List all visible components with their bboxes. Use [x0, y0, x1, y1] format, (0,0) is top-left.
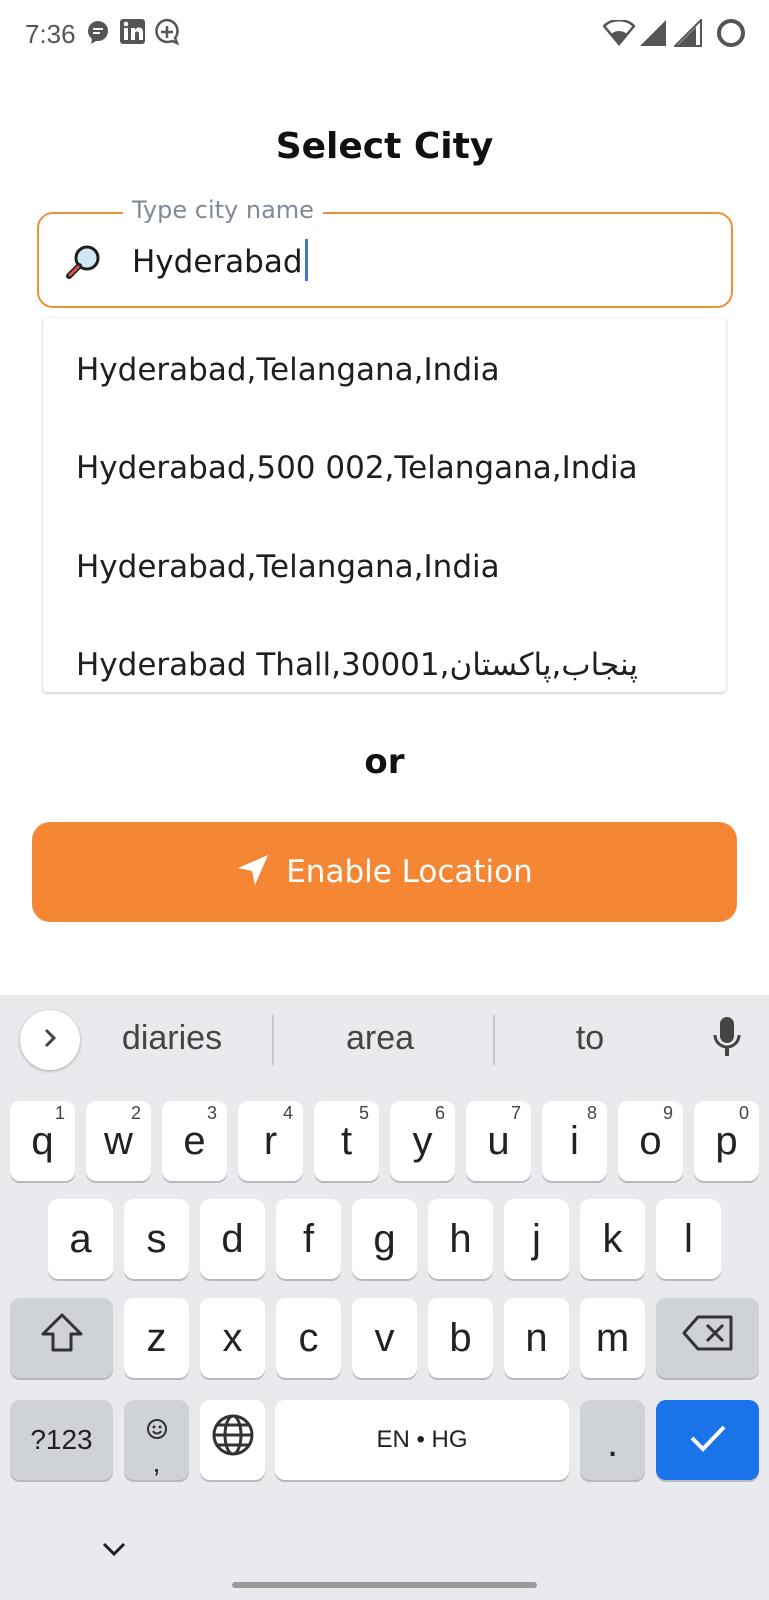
key-k[interactable]: k	[580, 1199, 645, 1279]
emoji-comma-key[interactable]: ,	[124, 1400, 189, 1480]
search-field-label: Type city name	[123, 196, 323, 224]
key-i[interactable]: i8	[542, 1101, 607, 1181]
symbols-key[interactable]: ?123	[10, 1400, 113, 1480]
expand-toolbar-button[interactable]	[20, 1010, 80, 1070]
word-suggestion[interactable]: diaries	[92, 1019, 252, 1058]
word-suggestion[interactable]: area	[300, 1019, 460, 1058]
backspace-icon	[682, 1314, 734, 1362]
key-e[interactable]: e3	[162, 1101, 227, 1181]
key-label: y	[412, 1118, 433, 1163]
or-separator: or	[364, 742, 405, 782]
hide-keyboard-chevron-icon[interactable]	[100, 1540, 128, 1563]
soft-keyboard: diaries area to ?123 , EN • HG . q 1 w 2…	[0, 995, 769, 1600]
key-label: p	[715, 1118, 738, 1163]
search-input-value: Hyderabad	[132, 244, 303, 280]
emoji-icon	[145, 1406, 169, 1451]
enter-key[interactable]	[656, 1400, 759, 1480]
key-n[interactable]: n	[504, 1298, 569, 1378]
keyboard-suggestion-strip: diaries area to	[0, 995, 769, 1085]
key-t[interactable]: t5	[314, 1101, 379, 1181]
checkmark-icon	[688, 1418, 728, 1463]
battery-circle-icon	[716, 18, 746, 53]
key-p[interactable]: p0	[694, 1101, 759, 1181]
key-number-hint: 1	[54, 1103, 65, 1123]
backspace-key[interactable]	[656, 1298, 759, 1378]
key-u[interactable]: u7	[466, 1101, 531, 1181]
shift-key[interactable]	[10, 1298, 113, 1378]
key-number-hint: 6	[434, 1103, 445, 1123]
key-number-hint: 2	[130, 1103, 141, 1123]
key-h[interactable]: h	[428, 1199, 493, 1279]
suggestion-divider	[493, 1015, 495, 1065]
magnifier-icon	[64, 241, 104, 281]
status-time: 7:36	[25, 19, 76, 49]
key-f[interactable]: f	[276, 1199, 341, 1279]
key-number-hint: 3	[206, 1103, 217, 1123]
key-label: i	[570, 1118, 579, 1163]
key-l[interactable]: l	[656, 1199, 721, 1279]
suggestion-item[interactable]: Hyderabad,Telangana,India	[76, 352, 500, 388]
wifi-icon	[602, 18, 636, 51]
message-bubble-icon	[86, 18, 110, 51]
language-key[interactable]	[200, 1400, 265, 1480]
key-label: t	[340, 1118, 353, 1163]
key-y[interactable]: y6	[390, 1101, 455, 1181]
key-z[interactable]: z	[124, 1298, 189, 1378]
signal-icon	[672, 17, 702, 52]
key-number-hint: 8	[586, 1103, 597, 1123]
key-number-hint: 5	[358, 1103, 369, 1123]
key-label: o	[639, 1118, 662, 1163]
suggestion-divider	[272, 1015, 274, 1065]
key-c[interactable]: c	[276, 1298, 341, 1378]
comma-label: ,	[152, 1446, 161, 1478]
key-m[interactable]: m	[580, 1298, 645, 1378]
word-suggestion[interactable]: to	[510, 1019, 670, 1058]
key-label: u	[487, 1118, 510, 1163]
enable-location-button[interactable]: Enable Location	[32, 822, 737, 922]
key-label: e	[183, 1118, 206, 1163]
key-label: q	[31, 1118, 54, 1163]
home-indicator[interactable]	[232, 1582, 537, 1588]
key-q[interactable]: q1	[10, 1101, 75, 1181]
key-g[interactable]: g	[352, 1199, 417, 1279]
suggestion-item[interactable]: Hyderabad,Telangana,India	[76, 549, 500, 585]
key-v[interactable]: v	[352, 1298, 417, 1378]
globe-icon	[211, 1413, 255, 1467]
key-d[interactable]: d	[200, 1199, 265, 1279]
key-number-hint: 7	[510, 1103, 521, 1123]
space-key[interactable]: EN • HG	[275, 1400, 569, 1480]
period-key[interactable]: .	[580, 1400, 645, 1480]
status-bar: 7:36	[0, 0, 769, 66]
key-s[interactable]: s	[124, 1199, 189, 1279]
text-caret	[304, 239, 308, 281]
suggestion-item[interactable]: Hyderabad Thall,30001,پنجاب,پاکستان	[76, 647, 638, 683]
key-w[interactable]: w2	[86, 1101, 151, 1181]
key-b[interactable]: b	[428, 1298, 493, 1378]
key-a[interactable]: a	[48, 1199, 113, 1279]
key-j[interactable]: j	[504, 1199, 569, 1279]
chevron-right-icon	[40, 1026, 60, 1055]
key-number-hint: 9	[662, 1103, 673, 1123]
enable-location-label: Enable Location	[286, 854, 533, 890]
key-label: r	[263, 1118, 278, 1163]
microphone-icon[interactable]	[711, 1015, 743, 1064]
key-label: w	[104, 1118, 133, 1163]
suggestion-item[interactable]: Hyderabad,500 002,Telangana,India	[76, 450, 638, 486]
search-input[interactable]: Hyderabad	[132, 239, 308, 281]
navigation-arrow-icon	[236, 853, 270, 892]
key-r[interactable]: r4	[238, 1101, 303, 1181]
key-o[interactable]: o9	[618, 1101, 683, 1181]
shift-arrow-icon	[39, 1312, 85, 1364]
key-number-hint: 4	[282, 1103, 293, 1123]
key-x[interactable]: x	[200, 1298, 265, 1378]
key-number-hint: 0	[738, 1103, 749, 1123]
page-title: Select City	[275, 126, 494, 167]
linkedin-icon	[119, 18, 146, 50]
city-suggestion-list: Hyderabad,Telangana,India Hyderabad,500 …	[43, 318, 726, 692]
signal-icon	[639, 19, 667, 52]
chat-plus-icon	[153, 18, 181, 51]
